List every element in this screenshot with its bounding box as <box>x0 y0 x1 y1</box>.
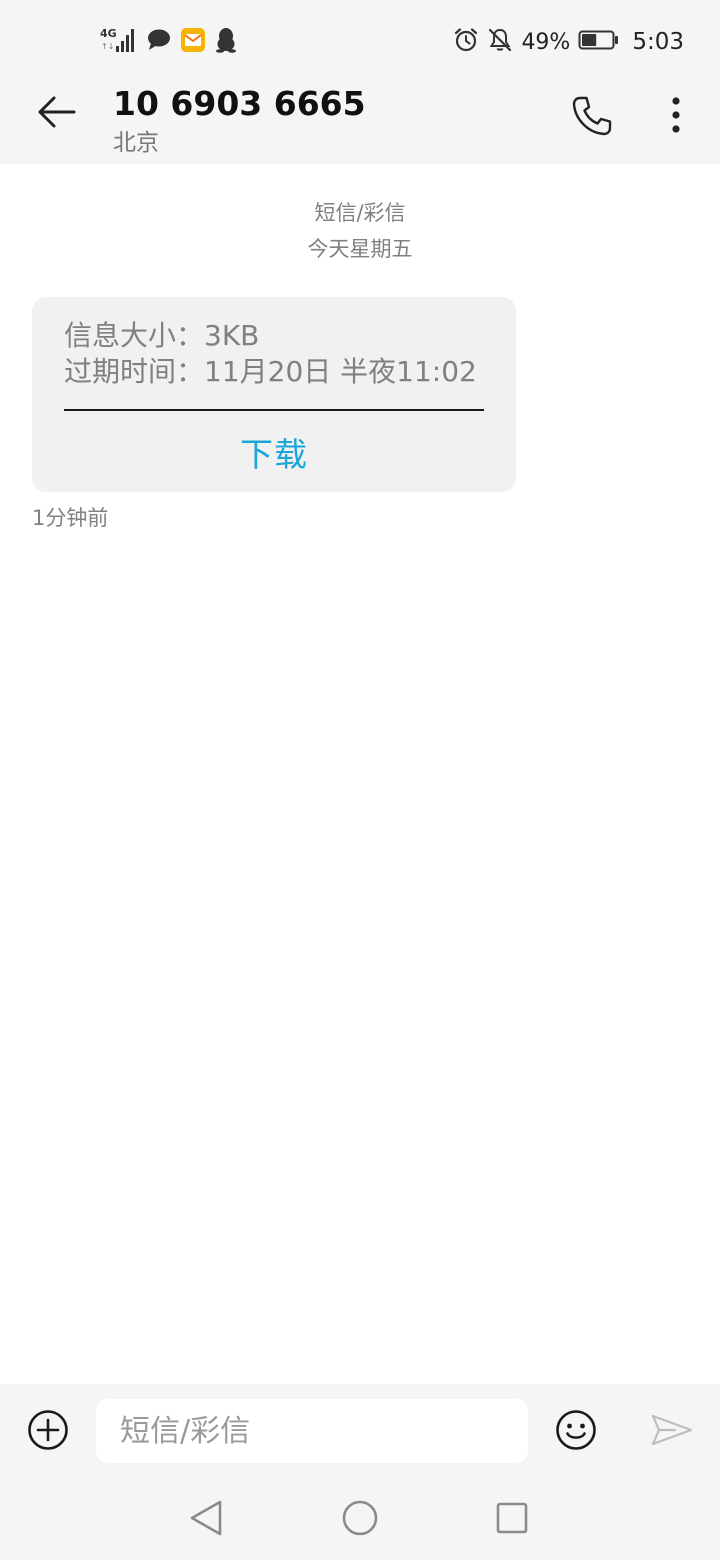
nav-recents-button[interactable] <box>490 1498 534 1542</box>
attach-button[interactable] <box>24 1408 72 1456</box>
battery-icon <box>578 29 620 55</box>
battery-percent: 49% <box>521 29 571 55</box>
alarm-icon <box>453 27 479 57</box>
more-vertical-icon <box>671 96 681 140</box>
back-arrow-icon <box>36 95 76 133</box>
send-button[interactable] <box>648 1410 696 1454</box>
status-bar-left: 4G ↑↓ <box>100 26 238 58</box>
conversation-header: 10 6903 6665 北京 <box>0 84 720 164</box>
emoji-button[interactable] <box>552 1408 600 1456</box>
bubble-divider <box>64 409 484 411</box>
chat-bubble-icon <box>146 28 172 56</box>
status-bar: 4G ↑↓ 49% 5:03 <box>0 0 720 84</box>
emoji-icon <box>555 1409 597 1455</box>
signal-icon: 4G ↑↓ <box>100 26 138 58</box>
nav-home-button[interactable] <box>338 1498 382 1542</box>
bell-off-icon <box>487 27 513 57</box>
mms-size-info: 信息大小：3KB <box>64 319 260 352</box>
message-input[interactable] <box>96 1399 528 1463</box>
penguin-app-icon <box>214 27 238 57</box>
nav-back-icon <box>188 1499 224 1541</box>
nav-recents-icon <box>494 1500 530 1540</box>
back-button[interactable] <box>30 88 82 140</box>
send-icon <box>651 1413 693 1451</box>
status-bar-right: 49% 5:03 <box>453 26 684 58</box>
mail-app-icon <box>180 27 206 57</box>
nav-home-icon <box>340 1498 380 1542</box>
date-separator: 今天星期五 <box>307 237 413 261</box>
download-button[interactable]: 下载 <box>32 417 516 487</box>
svg-text:↑↓: ↑↓ <box>101 42 114 51</box>
mms-message-bubble: 信息大小：3KB 过期时间：11月20日 半夜11:02 下载 <box>32 297 516 492</box>
mms-expiry-info: 过期时间：11月20日 半夜11:02 <box>64 355 477 388</box>
network-type-label: 4G <box>100 27 117 40</box>
system-navigation-bar <box>0 1480 720 1560</box>
messaging-screen: 4G ↑↓ 49% 5:03 10 6903 6665 北京 短信/彩信 今天星… <box>0 0 720 1560</box>
status-clock: 5:03 <box>632 29 684 55</box>
message-composer <box>0 1384 720 1480</box>
phone-icon <box>571 95 613 141</box>
contact-location: 北京 <box>113 130 159 156</box>
message-timestamp: 1分钟前 <box>32 506 109 530</box>
call-button[interactable] <box>566 92 618 144</box>
more-options-button[interactable] <box>656 92 696 144</box>
add-circle-icon <box>27 1409 69 1455</box>
message-type-label: 短信/彩信 <box>314 201 406 225</box>
nav-back-button[interactable] <box>184 1498 228 1542</box>
contact-name: 10 6903 6665 <box>113 84 366 123</box>
